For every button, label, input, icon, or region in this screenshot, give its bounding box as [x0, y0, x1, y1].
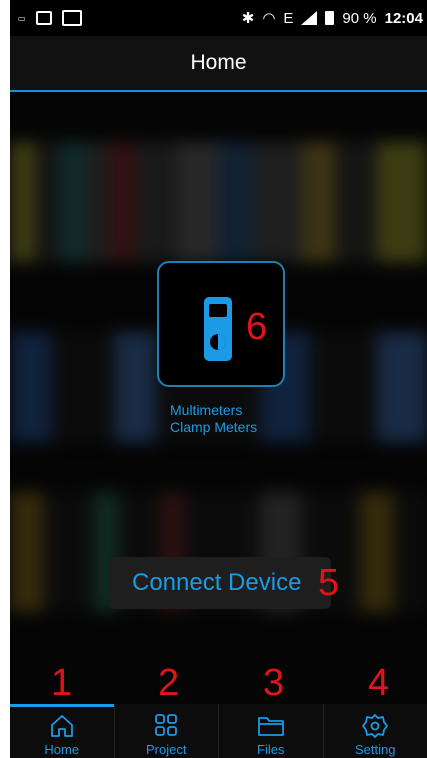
device-label: Multimeters Clamp Meters [170, 402, 257, 436]
signal-icon [301, 11, 318, 25]
main-content [10, 92, 427, 704]
folder-icon [257, 717, 284, 736]
amazon-icon: ▭ [18, 13, 26, 23]
grid-icon [155, 714, 178, 736]
battery-icon [325, 11, 335, 25]
app-bar: Home [10, 36, 427, 92]
status-bar: ▭ ✱ ◠ E 90 % 12:04 [10, 0, 427, 36]
clock: 12:04 [384, 9, 423, 27]
nav-files[interactable]: Files [219, 704, 324, 758]
battery-percent: 90 % [342, 9, 377, 27]
page-title: Home [190, 51, 247, 74]
image-icon [35, 11, 52, 25]
phone-screen: ▭ ✱ ◠ E 90 % 12:04 Home 6 Multimeters Cl… [10, 0, 427, 758]
nav-files-label: Files [257, 742, 285, 757]
annotation-4: 4 [368, 662, 390, 704]
annotation-5: 5 [318, 562, 340, 604]
device-label-line2: Clamp Meters [170, 419, 258, 435]
background-image [10, 92, 427, 704]
wifi-icon: ◠ [262, 10, 276, 27]
annotation-2: 2 [158, 662, 180, 704]
nav-project-label: Project [146, 742, 187, 757]
home-icon [50, 715, 73, 737]
annotation-3: 3 [263, 662, 285, 704]
bottom-nav: Home Project Files Setting [10, 704, 427, 758]
gmail-icon [61, 10, 82, 26]
notification-icons: ▭ [10, 10, 82, 26]
gear-icon [362, 714, 389, 738]
annotation-1: 1 [51, 662, 73, 704]
device-label-line1: Multimeters [170, 402, 243, 418]
nav-home[interactable]: Home [10, 704, 115, 758]
multimeter-icon [204, 297, 232, 361]
network-type: E [283, 9, 294, 27]
nav-setting[interactable]: Setting [324, 704, 427, 758]
connect-device-button[interactable]: Connect Device [109, 557, 331, 609]
nav-project[interactable]: Project [115, 704, 219, 758]
bluetooth-icon: ✱ [241, 10, 255, 27]
nav-setting-label: Setting [355, 742, 396, 757]
system-icons: ✱ ◠ E 90 % 12:04 [241, 9, 427, 28]
nav-home-label: Home [44, 742, 80, 757]
annotation-6: 6 [246, 306, 268, 348]
